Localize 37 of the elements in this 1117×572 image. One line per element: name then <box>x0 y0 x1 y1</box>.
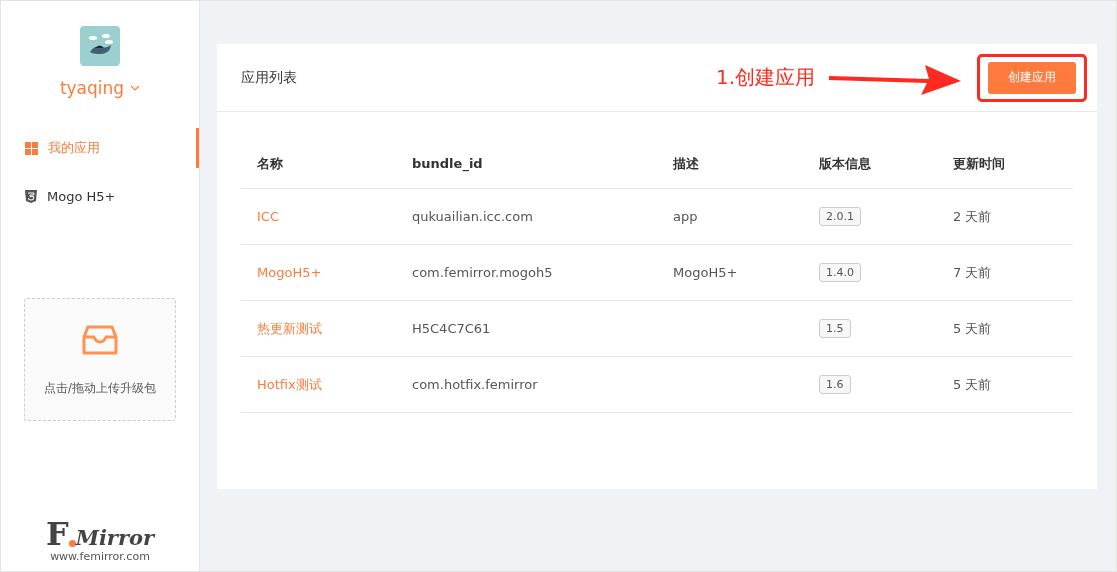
table-cell-text: 2 天前 <box>953 207 993 226</box>
column-header: 版本信息 <box>819 154 872 173</box>
column-header: 描述 <box>673 154 700 173</box>
app-name-link[interactable]: MogoH5+ <box>257 265 412 280</box>
column-header: bundle_id <box>412 156 484 171</box>
column-header: 名称 <box>257 154 284 173</box>
grid-icon <box>25 141 38 155</box>
annotation-text: 1.创建应用 <box>715 64 815 91</box>
app-name-link[interactable]: Hotfix测试 <box>257 375 412 394</box>
table-cell-text: app <box>673 209 699 224</box>
app-name-link[interactable]: 热更新测试 <box>257 319 412 338</box>
avatar <box>80 26 120 66</box>
table-cell-text: MogoH5+ <box>673 265 739 280</box>
create-app-button[interactable]: 创建应用 <box>988 61 1076 94</box>
table-cell-text: 5 天前 <box>953 319 993 338</box>
card-title: 应用列表 <box>241 68 297 87</box>
version-tag: 2.0.1 <box>819 207 861 226</box>
chevron-down-icon <box>130 85 141 91</box>
website-url: www.femirror.com <box>50 550 150 563</box>
html5-icon <box>25 189 37 203</box>
table-cell-text: 7 天前 <box>953 263 993 282</box>
version-tag: 1.5 <box>819 319 851 338</box>
sidebar-item[interactable]: Mogo H5+ <box>1 176 199 216</box>
upload-label: 点击/拖动上传升级包 <box>44 381 156 396</box>
table-cell-text: com.hotfix.femirror <box>412 377 539 392</box>
logo: F Mirror <box>45 518 155 550</box>
user-menu[interactable]: tyaqing <box>59 78 141 98</box>
table-cell-text: H5C4C7C61 <box>412 321 492 336</box>
version-tag: 1.4.0 <box>819 263 861 282</box>
table-cell-text: 5 天前 <box>953 375 993 394</box>
sidebar-item[interactable]: 我的应用 <box>1 128 199 168</box>
table-cell-text: qukuailian.icc.com <box>412 209 534 224</box>
table-cell-text: com.femirror.mogoh5 <box>412 265 554 280</box>
version-tag: 1.6 <box>819 375 851 394</box>
app-name-link[interactable]: ICC <box>257 209 412 224</box>
upload-area[interactable]: 点击/拖动上传升级包 <box>24 298 176 421</box>
column-header: 更新时间 <box>953 154 1006 173</box>
